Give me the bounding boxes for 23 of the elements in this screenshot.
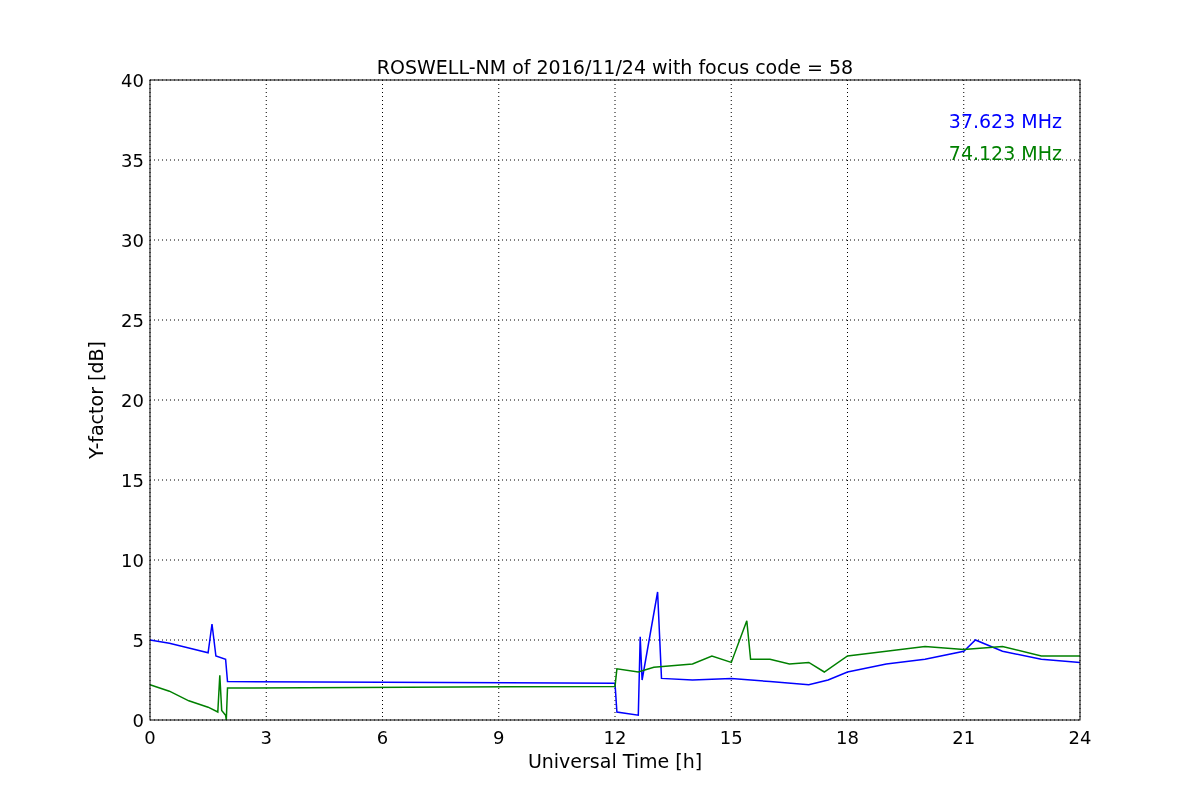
y-tick-label: 0	[132, 710, 144, 731]
y-tick-label: 15	[121, 470, 144, 491]
x-tick-label: 21	[952, 727, 976, 748]
y-tick-label: 10	[121, 550, 144, 571]
x-tick-label: 18	[836, 727, 859, 748]
x-tick-label: 15	[719, 727, 743, 748]
x-tick-label: 24	[1068, 727, 1092, 748]
x-tick-label: 12	[603, 727, 627, 748]
x-tick-label: 6	[376, 727, 389, 748]
y-tick-label: 40	[121, 70, 144, 91]
x-tick-label: 3	[260, 727, 272, 748]
chart-title: ROSWELL-NM of 2016/11/24 with focus code = 58	[376, 56, 854, 78]
y-tick-label: 25	[121, 310, 144, 331]
y-axis-label: Y-factor [dB]	[85, 341, 107, 459]
y-tick-label: 30	[121, 230, 144, 251]
legend-label: 74.123 MHz	[948, 142, 1062, 164]
x-axis-label: Universal Time [h]	[527, 750, 703, 772]
y-tick-label: 35	[121, 150, 144, 171]
legend-label: 37.623 MHz	[948, 110, 1062, 132]
x-tick-label: 0	[144, 727, 156, 748]
x-tick-label: 9	[493, 727, 505, 748]
y-tick-label: 5	[132, 630, 144, 651]
y-tick-label: 20	[121, 390, 144, 411]
